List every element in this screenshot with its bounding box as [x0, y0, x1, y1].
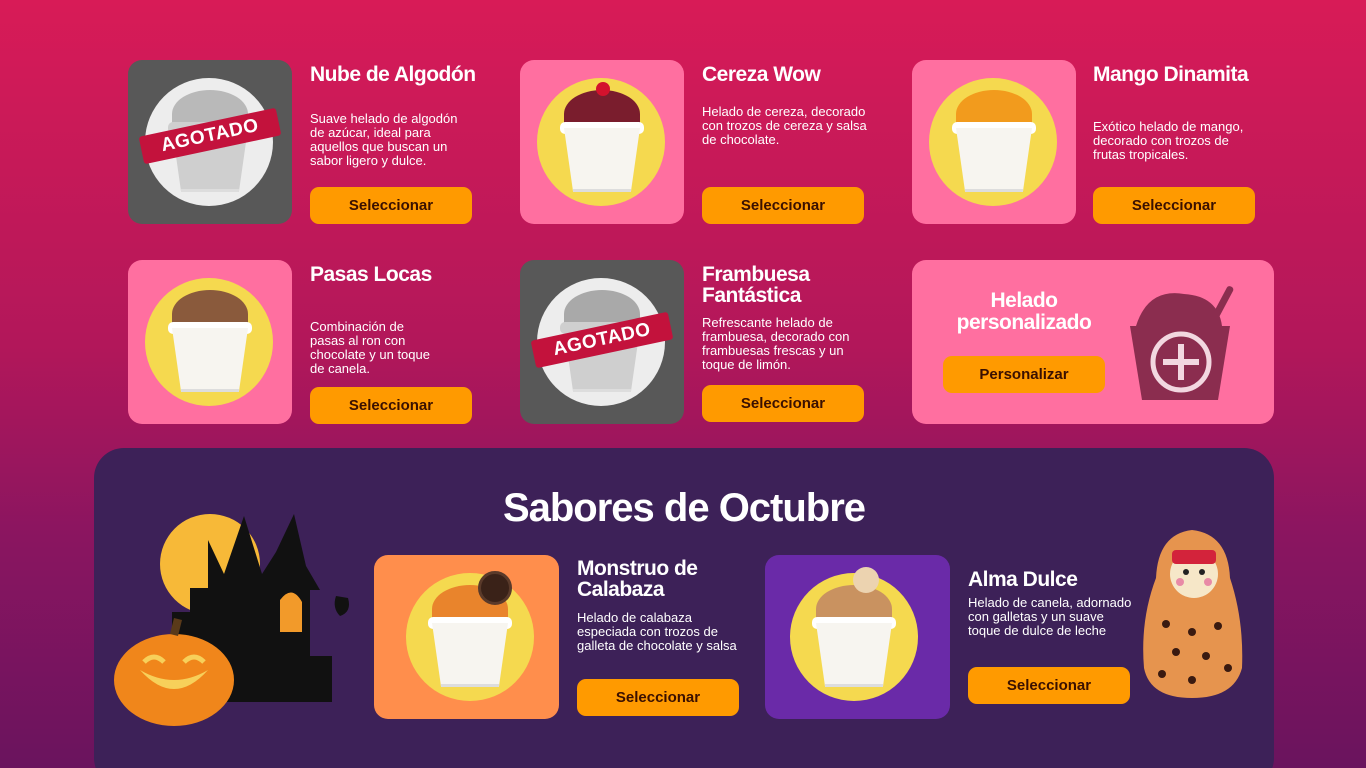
select-button[interactable]: Seleccionar: [310, 187, 472, 224]
sugar-skull-bread-icon: [1143, 530, 1243, 698]
custom-title: Helado personalizado: [956, 289, 1092, 334]
product-description: Exótico helado de mango, decorado con tr…: [1093, 119, 1244, 162]
product-title: Monstruo de Calabaza: [577, 557, 698, 601]
product-image-alma-dulce: [765, 555, 950, 719]
product-title: Alma Dulce: [968, 568, 1078, 591]
add-custom-icon: [1130, 286, 1234, 400]
product-description: Helado de canela, adornado con galletas …: [968, 595, 1132, 638]
product-description: Refrescante helado de frambuesa, decorad…: [702, 315, 850, 372]
select-button[interactable]: Seleccionar: [577, 679, 739, 716]
product-description: Helado de cereza, decorado con trozos de…: [702, 104, 867, 147]
product-image-calabaza: [374, 555, 559, 719]
product-title: Nube de Algodón: [310, 63, 476, 86]
product-title: Frambuesa Fantástica: [702, 263, 810, 307]
product-image-frambuesa: AGOTADO: [520, 260, 684, 424]
product-image-nube: AGOTADO: [128, 60, 292, 224]
select-button[interactable]: Seleccionar: [702, 187, 864, 224]
product-image-cereza: [520, 60, 684, 224]
product-description: Combinación de pasas al ron con chocolat…: [310, 319, 430, 376]
select-button[interactable]: Seleccionar: [1093, 187, 1255, 224]
product-title: Cereza Wow: [702, 63, 821, 86]
select-button[interactable]: Seleccionar: [310, 387, 472, 424]
product-description: Suave helado de algodón de azúcar, ideal…: [310, 111, 458, 168]
haunted-house-icon: [114, 514, 349, 726]
product-title: Mango Dinamita: [1093, 63, 1249, 86]
customize-button[interactable]: Personalizar: [943, 356, 1105, 393]
product-image-pasas: [128, 260, 292, 424]
custom-ice-cream-card: Helado personalizado Personalizar: [912, 260, 1274, 424]
product-image-mango: [912, 60, 1076, 224]
select-button[interactable]: Seleccionar: [968, 667, 1130, 704]
product-description: Helado de calabaza especiada con trozos …: [577, 610, 737, 653]
product-title: Pasas Locas: [310, 263, 432, 286]
select-button[interactable]: Seleccionar: [702, 385, 864, 422]
